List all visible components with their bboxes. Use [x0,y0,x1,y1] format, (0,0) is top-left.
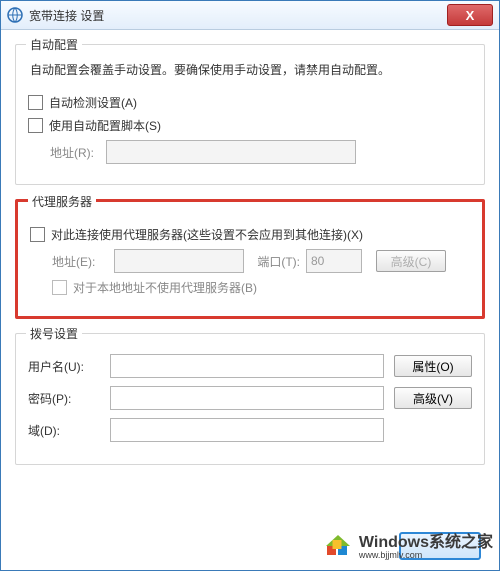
group-caption-auto: 自动配置 [26,36,82,53]
proxy-port-label: 端口(T): [250,253,300,270]
bypass-local-row: 对于本地地址不使用代理服务器(B) [52,279,470,296]
proxy-advanced-button[interactable]: 高级(C) [376,250,446,272]
script-address-input[interactable] [106,140,356,164]
bypass-local-checkbox[interactable] [52,280,67,295]
close-button[interactable]: X [447,4,493,26]
proxy-address-label: 地址(E): [52,253,108,270]
dialup-advanced-button[interactable]: 高级(V) [394,387,472,409]
domain-row: 域(D): [28,418,472,442]
group-dialup: 拨号设置 用户名(U): 属性(O) 密码(P): 高级(V) 域(D): [15,333,485,465]
bypass-local-label: 对于本地地址不使用代理服务器(B) [73,279,257,296]
password-label: 密码(P): [28,390,100,407]
username-input[interactable] [110,354,384,378]
use-script-label: 使用自动配置脚本(S) [49,117,161,134]
windows-logo-icon [323,531,353,564]
proxy-address-row: 地址(E): 端口(T): 高级(C) [52,249,470,273]
client-area: 自动配置 自动配置会覆盖手动设置。要确保使用手动设置，请禁用自动配置。 自动检测… [1,30,499,465]
dialog-window: 宽带连接 设置 X 自动配置 自动配置会覆盖手动设置。要确保使用手动设置，请禁用… [0,0,500,571]
use-script-row: 使用自动配置脚本(S) [28,117,472,134]
auto-detect-label: 自动检测设置(A) [49,94,137,111]
script-address-row: 地址(R): [50,140,472,164]
proxy-address-input[interactable] [114,249,244,273]
password-row: 密码(P): 高级(V) [28,386,472,410]
close-icon: X [466,8,475,23]
group-proxy: 代理服务器 对此连接使用代理服务器(这些设置不会应用到其他连接)(X) 地址(E… [15,199,485,319]
window-title: 宽带连接 设置 [29,7,104,24]
domain-label: 域(D): [28,422,100,439]
use-script-checkbox[interactable] [28,118,43,133]
auto-detect-row: 自动检测设置(A) [28,94,472,111]
username-row: 用户名(U): 属性(O) [28,354,472,378]
script-address-label: 地址(R): [50,144,106,161]
domain-input[interactable] [110,418,384,442]
titlebar: 宽带连接 设置 X [1,1,499,30]
auto-config-description: 自动配置会覆盖手动设置。要确保使用手动设置，请禁用自动配置。 [30,61,472,80]
group-auto-config: 自动配置 自动配置会覆盖手动设置。要确保使用手动设置，请禁用自动配置。 自动检测… [15,44,485,185]
auto-detect-checkbox[interactable] [28,95,43,110]
properties-button[interactable]: 属性(O) [394,355,472,377]
use-proxy-row: 对此连接使用代理服务器(这些设置不会应用到其他连接)(X) [30,226,470,243]
dialog-footer [399,532,481,560]
username-label: 用户名(U): [28,358,100,375]
group-caption-dialup: 拨号设置 [26,325,82,342]
ok-button[interactable] [399,532,481,560]
proxy-port-input[interactable] [306,249,362,273]
use-proxy-label: 对此连接使用代理服务器(这些设置不会应用到其他连接)(X) [51,226,363,243]
password-input[interactable] [110,386,384,410]
globe-icon [7,7,23,23]
group-caption-proxy: 代理服务器 [28,193,96,210]
use-proxy-checkbox[interactable] [30,227,45,242]
